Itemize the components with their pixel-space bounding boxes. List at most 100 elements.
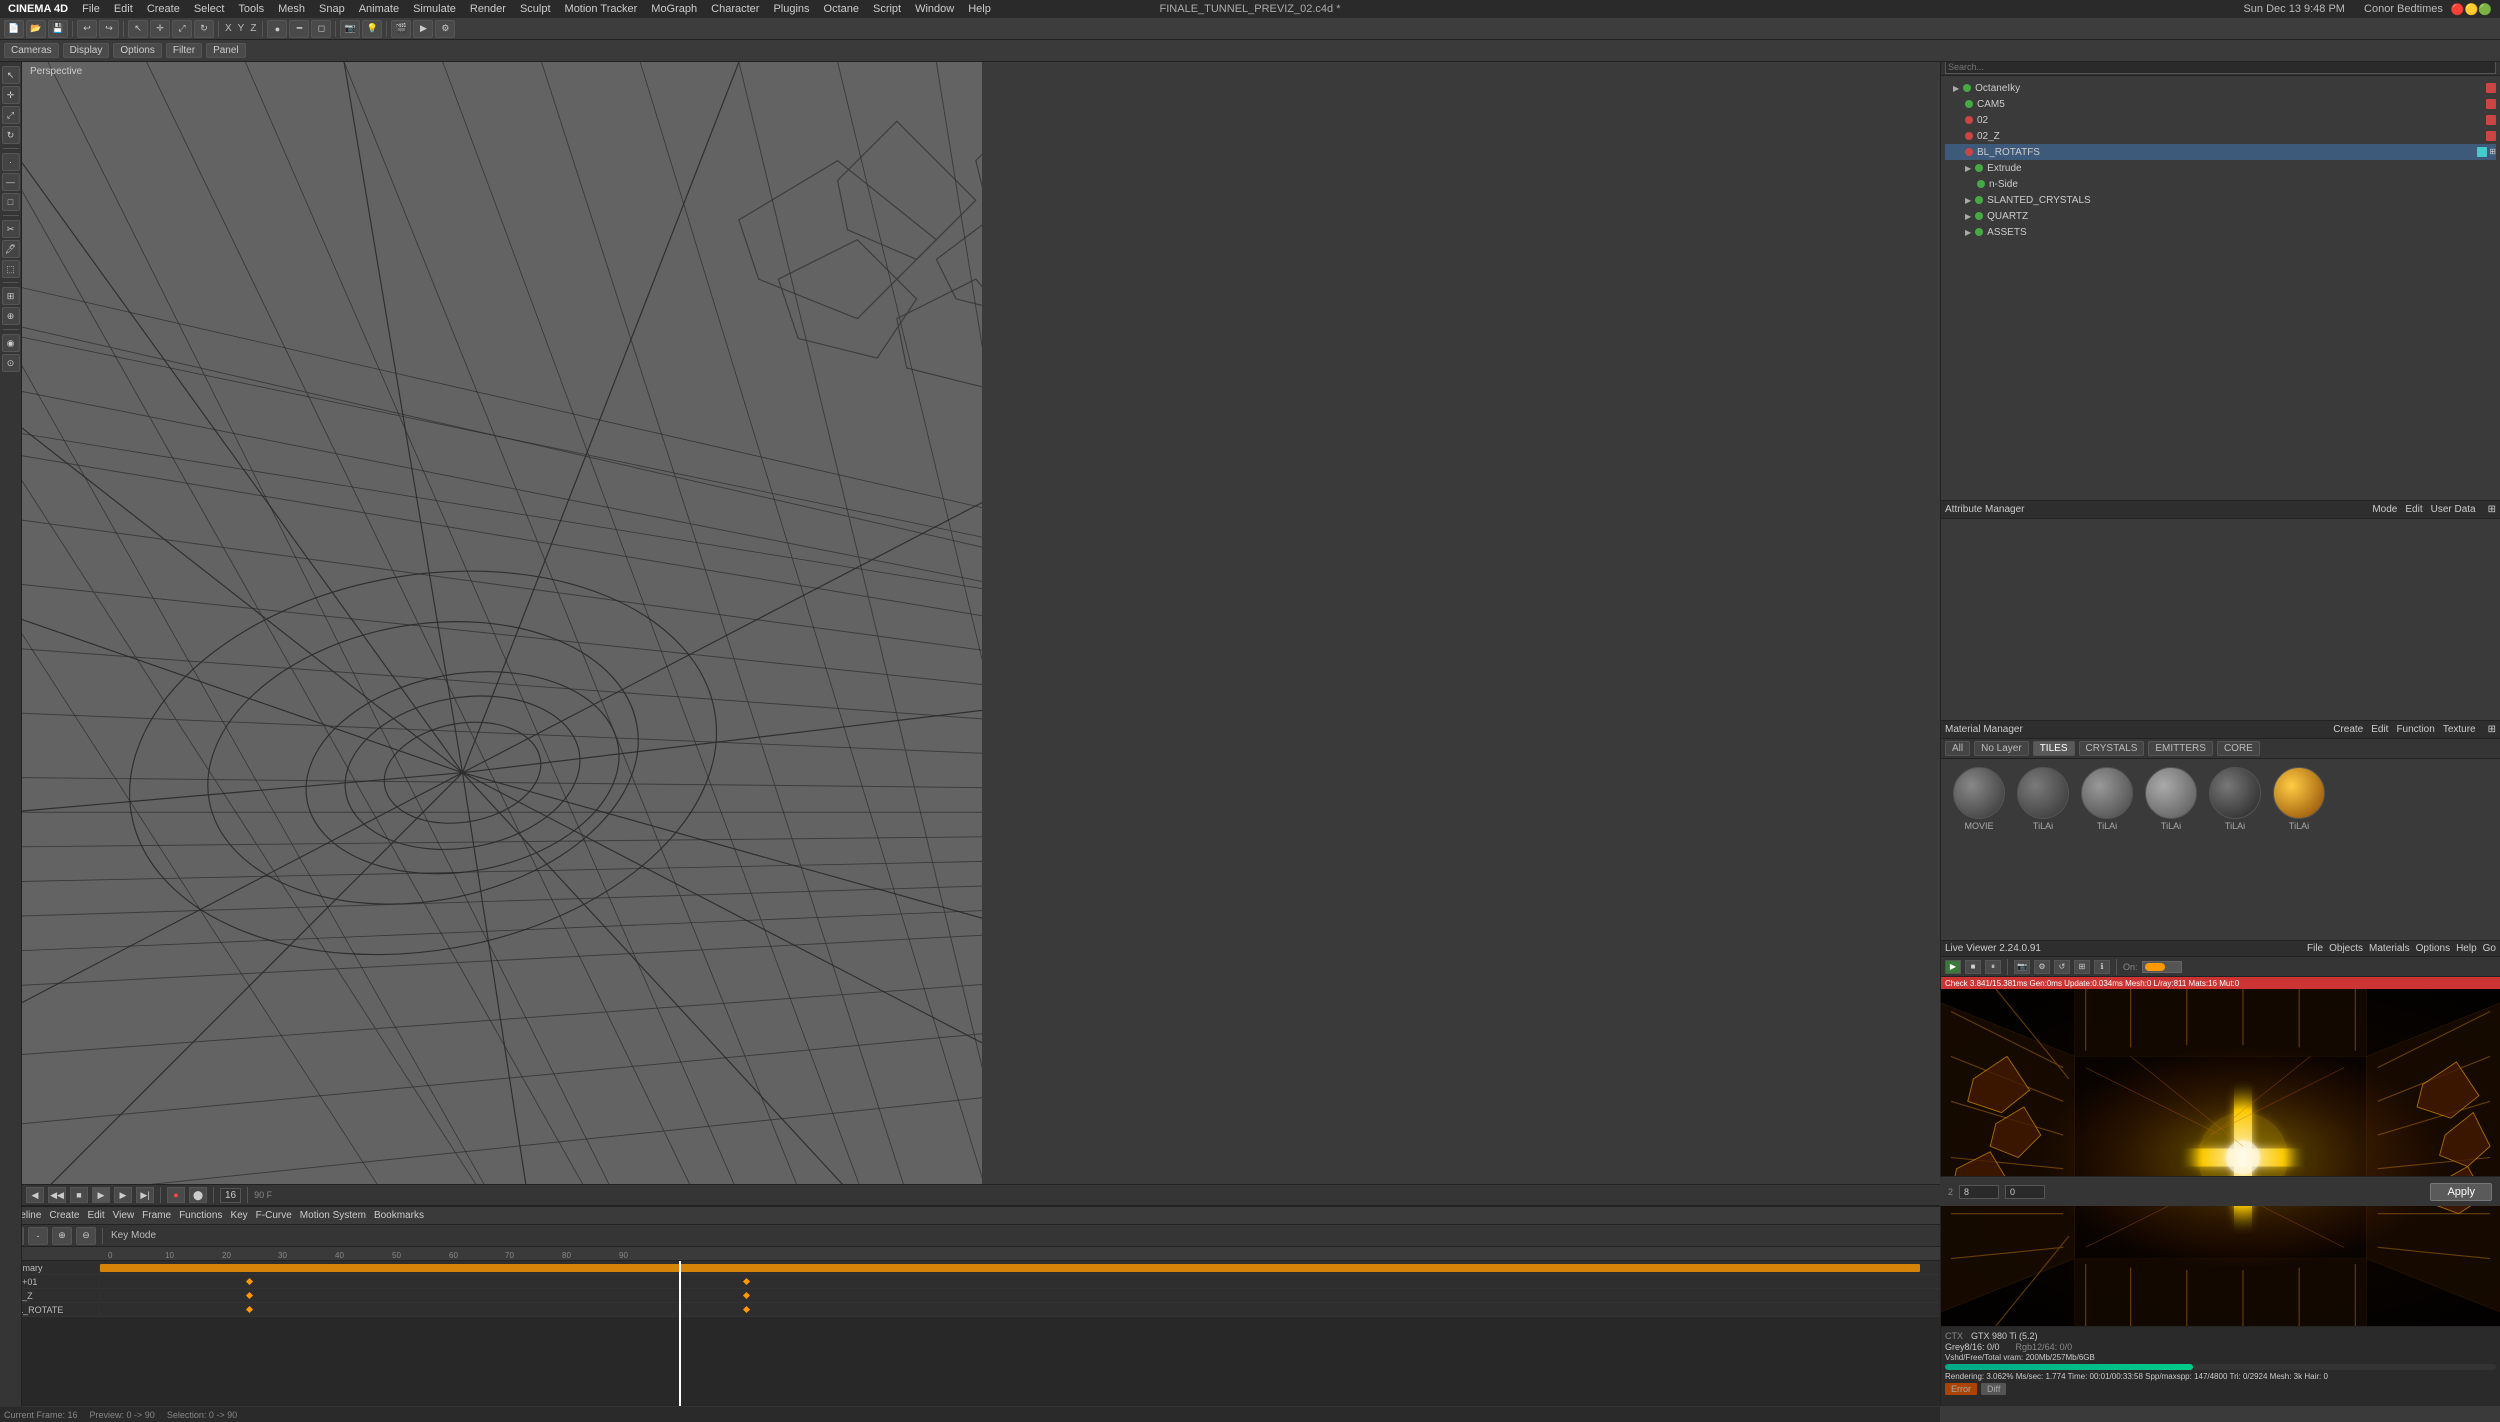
mat-expand[interactable]: ⊞ <box>2488 724 2496 735</box>
redo-btn[interactable]: ↪ <box>99 20 119 38</box>
frame-counter[interactable]: 16 <box>220 1188 241 1203</box>
scale-btn[interactable]: ⤢ <box>172 20 192 38</box>
auto-key-btn[interactable]: ⬤ <box>189 1187 207 1203</box>
point-mode[interactable]: ● <box>267 20 287 38</box>
menu-simulate[interactable]: Simulate <box>413 3 456 15</box>
mat-core[interactable]: TiLAi <box>2269 767 2329 831</box>
menu-file[interactable]: File <box>82 3 100 15</box>
lt-scale[interactable]: ⤢ <box>2 106 20 124</box>
menu-help[interactable]: Help <box>968 3 991 15</box>
menu-sculpt[interactable]: Sculpt <box>520 3 551 15</box>
move-btn[interactable]: ✛ <box>150 20 170 38</box>
lt-camera[interactable]: ⊙ <box>2 354 20 372</box>
stop-btn[interactable]: ■ <box>70 1187 88 1203</box>
rotate-btn[interactable]: ↻ <box>194 20 214 38</box>
lt-magnet[interactable]: ⊕ <box>2 307 20 325</box>
tl-zoom-in[interactable]: ⊕ <box>52 1227 72 1245</box>
mat-menu-function[interactable]: Function <box>2396 724 2434 735</box>
lv-cam-btn[interactable]: 📷 <box>2014 960 2030 974</box>
cameras-btn[interactable]: Cameras <box>4 43 59 58</box>
mat-tiles-4[interactable]: TiLAi <box>2205 767 2265 831</box>
mat-tab-nolayer[interactable]: No Layer <box>1974 741 2029 756</box>
menu-plugins[interactable]: Plugins <box>773 3 809 15</box>
attr-menu-userdata[interactable]: User Data <box>2431 504 2476 515</box>
tl-menu-view[interactable]: View <box>113 1210 135 1221</box>
play-reverse-btn[interactable]: ◀◀ <box>48 1187 66 1203</box>
open-btn[interactable]: 📂 <box>26 20 46 38</box>
tl-menu-frame[interactable]: Frame <box>142 1210 171 1221</box>
mat-tab-crystals[interactable]: CRYSTALS <box>2079 741 2145 756</box>
obj-nside[interactable]: n-Side <box>1945 176 2496 192</box>
mat-menu-texture[interactable]: Texture <box>2443 724 2476 735</box>
error-btn[interactable]: Error <box>1945 1383 1977 1395</box>
lv-settings-btn[interactable]: ⚙ <box>2034 960 2050 974</box>
lt-light[interactable]: ◉ <box>2 334 20 352</box>
lt-tool1[interactable]: ✂ <box>2 220 20 238</box>
diff-btn[interactable]: Diff <box>1981 1383 2006 1395</box>
filter-btn[interactable]: Filter <box>166 43 202 58</box>
menu-motiontracker[interactable]: Motion Tracker <box>565 3 638 15</box>
menu-select[interactable]: Select <box>194 3 225 15</box>
tl-menu-fcurve[interactable]: F-Curve <box>256 1210 292 1221</box>
lv-on-checkbox[interactable] <box>2142 961 2182 973</box>
obj-cam5[interactable]: CAM5 <box>1945 96 2496 112</box>
mat-tab-emitters[interactable]: EMITTERS <box>2148 741 2213 756</box>
edge-mode[interactable]: ━ <box>289 20 309 38</box>
main-viewport[interactable]: Perspective Grid Spacing: 500 m <box>22 62 982 1286</box>
menu-mesh[interactable]: Mesh <box>278 3 305 15</box>
display-btn[interactable]: Display <box>63 43 110 58</box>
obj-02[interactable]: 02 <box>1945 112 2496 128</box>
tl-menu-motion[interactable]: Motion System <box>300 1210 366 1221</box>
mat-tiles-1[interactable]: TiLAi <box>2013 767 2073 831</box>
menu-tools[interactable]: Tools <box>238 3 264 15</box>
lv-start-btn[interactable]: ▶ <box>1945 960 1961 974</box>
prev-frame-btn[interactable]: ◀ <box>26 1187 44 1203</box>
attr-menu-edit[interactable]: Edit <box>2405 504 2422 515</box>
lt-points[interactable]: · <box>2 153 20 171</box>
lt-polys[interactable]: □ <box>2 193 20 211</box>
obj-bl-rotatfs[interactable]: BL_ROTATFS ⊞ <box>1945 144 2496 160</box>
camera-btn[interactable]: 📷 <box>340 20 360 38</box>
mat-movie[interactable]: MOVIE <box>1949 767 2009 831</box>
next-frame-btn[interactable]: ▶ <box>114 1187 132 1203</box>
menu-mograph[interactable]: MoGraph <box>651 3 697 15</box>
mat-tab-core[interactable]: CORE <box>2217 741 2260 756</box>
goto-end-btn[interactable]: ▶| <box>136 1187 154 1203</box>
mat-tiles-3[interactable]: TiLAi <box>2141 767 2201 831</box>
lv-menu-file[interactable]: File <box>2307 943 2323 954</box>
lv-reset-btn[interactable]: ↺ <box>2054 960 2070 974</box>
mat-tiles-2[interactable]: TiLAi <box>2077 767 2137 831</box>
lt-rotate[interactable]: ↻ <box>2 126 20 144</box>
menu-character[interactable]: Character <box>711 3 759 15</box>
tl-menu-functions[interactable]: Functions <box>179 1210 222 1221</box>
lv-menu-materials[interactable]: Materials <box>2369 943 2410 954</box>
lt-edges[interactable]: — <box>2 173 20 191</box>
mat-tab-tiles[interactable]: TILES <box>2033 741 2075 756</box>
tl-key-del[interactable]: - <box>28 1227 48 1245</box>
mat-menu-edit[interactable]: Edit <box>2371 724 2388 735</box>
lv-render-regions-btn[interactable]: ⊞ <box>2074 960 2090 974</box>
mat-tab-all[interactable]: All <box>1945 741 1970 756</box>
tl-menu-create[interactable]: Create <box>49 1210 79 1221</box>
poly-mode[interactable]: ◻ <box>311 20 331 38</box>
lt-tool2[interactable]: 🖊 <box>2 240 20 258</box>
tl-menu-key[interactable]: Key <box>230 1210 247 1221</box>
render-region-btn[interactable]: 🎬 <box>391 20 411 38</box>
lv-stop-btn[interactable]: ■ <box>1965 960 1981 974</box>
new-btn[interactable]: 📄 <box>4 20 24 38</box>
obj-crystals[interactable]: ▶ SLANTED_CRYSTALS <box>1945 192 2496 208</box>
panel-btn[interactable]: Panel <box>206 43 246 58</box>
lv-info-btn[interactable]: ℹ <box>2094 960 2110 974</box>
obj-02z[interactable]: 02_Z <box>1945 128 2496 144</box>
render-btn[interactable]: ▶ <box>413 20 433 38</box>
lv-menu-objects[interactable]: Objects <box>2329 943 2363 954</box>
menu-octane[interactable]: Octane <box>824 3 859 15</box>
render-settings-btn[interactable]: ⚙ <box>435 20 455 38</box>
obj-assets[interactable]: ▶ ASSETS <box>1945 224 2496 240</box>
timeline-playhead[interactable] <box>679 1261 681 1406</box>
attr-expand[interactable]: ⊞ <box>2488 504 2496 515</box>
menu-render[interactable]: Render <box>470 3 506 15</box>
menu-script[interactable]: Script <box>873 3 901 15</box>
lv-menu-options[interactable]: Options <box>2416 943 2450 954</box>
mat-menu-create[interactable]: Create <box>2333 724 2363 735</box>
